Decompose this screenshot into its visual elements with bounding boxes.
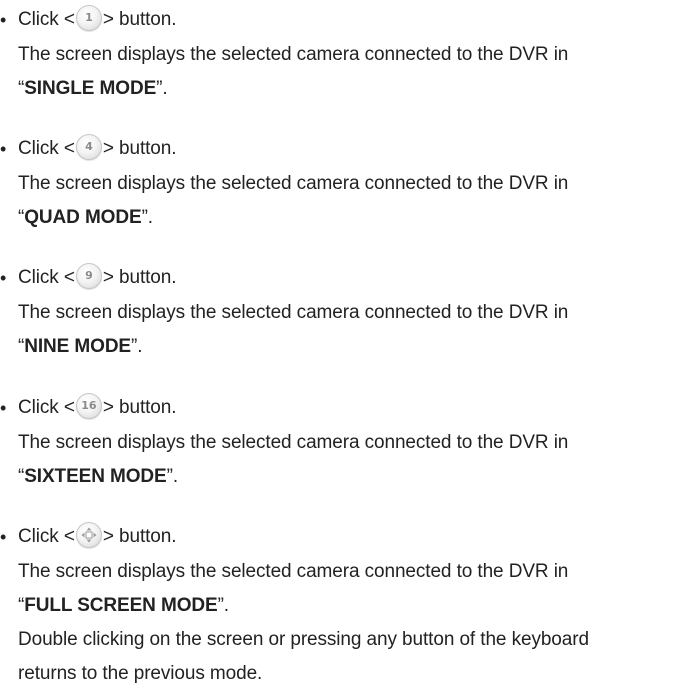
single-mode-icon: 1 [75, 4, 102, 31]
mode-name-line: “QUAD MODE”. [0, 201, 688, 235]
list-item-sixteen-mode: • Click <16 > button. The screen displays … [0, 390, 688, 494]
bullet: • [0, 398, 7, 418]
bullet: • [0, 139, 7, 159]
click-prefix: Click < [18, 9, 75, 30]
description-line: The screen displays the selected camera … [18, 432, 569, 453]
mode-name-line: “NINE MODE”. [0, 330, 688, 364]
list-item-quad-mode: • Click <4 > button. The screen displays t… [0, 131, 688, 235]
bullet: • [0, 10, 7, 30]
list-item-single-mode: • Click <1 > button. The screen displays t… [0, 2, 688, 106]
mode-name: NINE MODE [24, 336, 132, 357]
description-line: The screen displays the selected camera … [18, 44, 569, 65]
close-quote: ”. [141, 207, 154, 228]
description-line: The screen displays the selected camera … [18, 561, 569, 582]
instruction-click-line: • Click <4 > button. [0, 131, 688, 167]
extra-note-line-1: Double clicking on the screen or pressin… [18, 629, 589, 650]
mode-name-line: “SINGLE MODE”. [0, 72, 688, 106]
instruction-click-line: • Click <9 > button. [0, 260, 688, 296]
full-screen-move-icon [75, 521, 102, 548]
description-line: The screen displays the selected camera … [18, 302, 569, 323]
close-quote: ”. [217, 595, 230, 616]
close-quote: ”. [131, 336, 143, 357]
click-suffix: > button. [102, 138, 177, 159]
instruction-click-line: • Click < > button. [0, 519, 688, 555]
instruction-click-line: • Click <16 > button. [0, 390, 688, 426]
mode-name: FULL SCREEN MODE [24, 595, 218, 616]
sixteen-mode-icon: 16 [75, 392, 102, 419]
click-suffix: > button. [102, 9, 177, 30]
click-suffix: > button. [102, 397, 177, 418]
bullet: • [0, 527, 7, 547]
bullet: • [0, 268, 7, 288]
close-quote: ”. [156, 78, 168, 99]
mode-name: SINGLE MODE [24, 78, 157, 99]
mode-name-line: “FULL SCREEN MODE”. [0, 589, 688, 623]
quad-mode-icon: 4 [75, 133, 102, 160]
click-prefix: Click < [18, 397, 75, 418]
instruction-page: • Click <1 > button. The screen displays t… [0, 0, 688, 684]
close-quote: ”. [166, 466, 179, 487]
list-item-nine-mode: • Click <9 > button. The screen displays t… [0, 260, 688, 364]
click-prefix: Click < [18, 267, 75, 288]
instruction-click-line: • Click <1 > button. [0, 2, 688, 38]
click-prefix: Click < [18, 526, 75, 547]
mode-name: SIXTEEN MODE [24, 466, 167, 487]
list-item-full-screen-mode: • Click < > button. The screen displays t… [0, 519, 688, 691]
mode-name: QUAD MODE [24, 207, 142, 228]
click-suffix: > button. [102, 267, 177, 288]
description-line: The screen displays the selected camera … [18, 173, 569, 194]
nine-mode-icon: 9 [75, 262, 102, 289]
mode-name-line: “SIXTEEN MODE”. [0, 460, 688, 494]
click-prefix: Click < [18, 138, 75, 159]
move-arrows-icon [81, 527, 97, 543]
extra-note-line-2: returns to the previous mode. [18, 663, 263, 684]
click-suffix: > button. [102, 526, 177, 547]
